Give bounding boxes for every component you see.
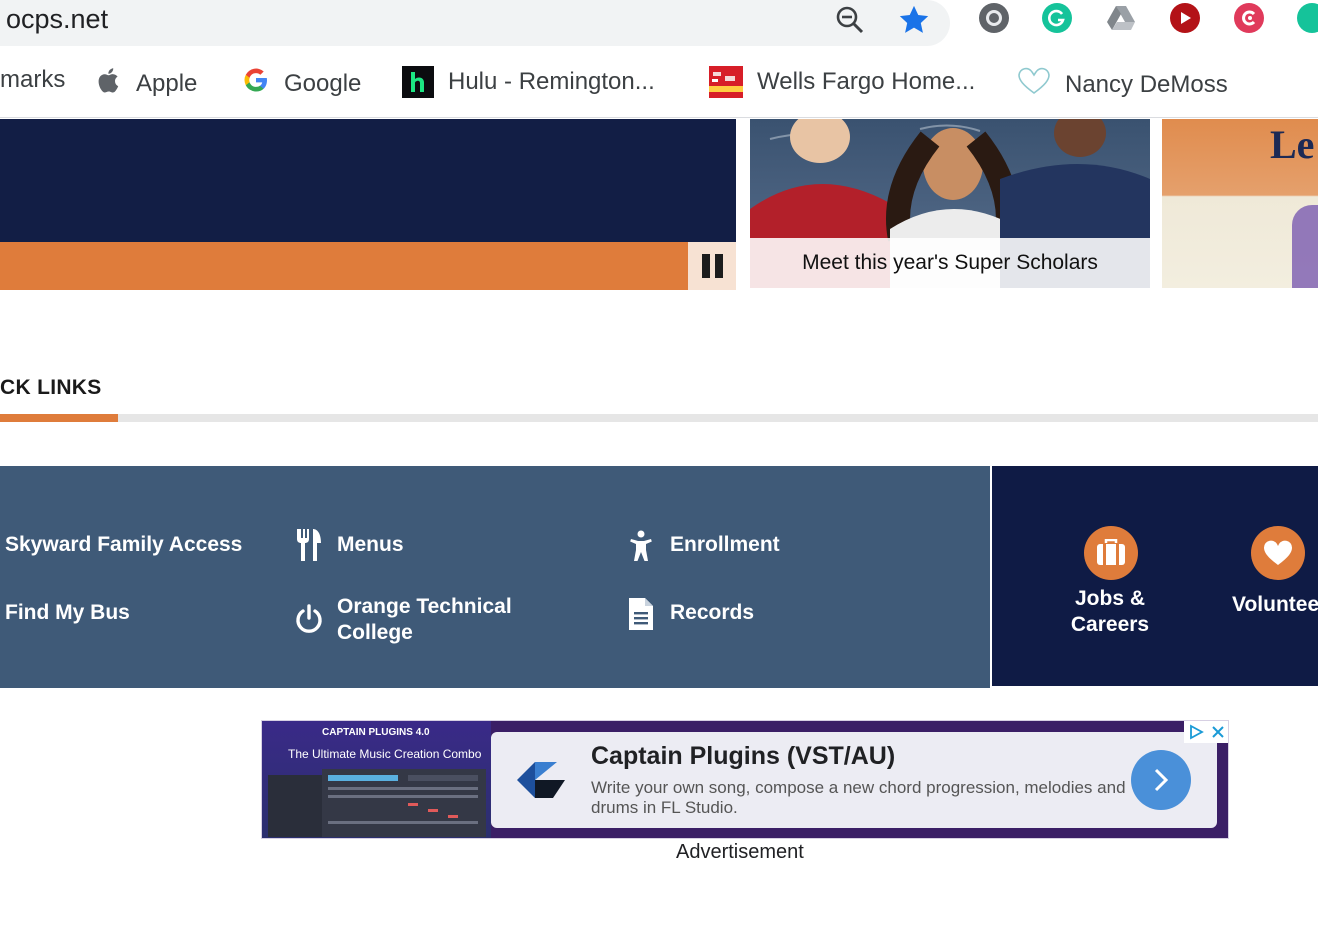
address-text[interactable]: ocps.net xyxy=(6,4,108,35)
hero-banner xyxy=(0,119,736,242)
chevron-right-icon xyxy=(1154,768,1169,792)
pause-icon xyxy=(701,254,710,278)
youtube-extension-icon[interactable] xyxy=(1170,3,1200,33)
pause-button[interactable] xyxy=(688,242,736,290)
bookmark-item-bookmarks[interactable]: marks xyxy=(0,66,65,94)
link-skyward-family-access[interactable]: Skyward Family Access xyxy=(5,532,242,558)
bookmark-item-nancy-demoss[interactable]: Nancy DeMoss xyxy=(1017,66,1228,103)
volunteer-button[interactable] xyxy=(1251,526,1305,580)
google-drive-icon[interactable] xyxy=(1106,3,1136,33)
extension-circle-icon[interactable] xyxy=(979,3,1009,33)
pocket-icon[interactable] xyxy=(1234,3,1264,33)
person-icon xyxy=(626,528,656,564)
jobs-careers-label[interactable]: Jobs & Careers xyxy=(1050,586,1170,638)
ad-description: Write your own song, compose a new chord… xyxy=(591,778,1126,817)
link-orange-technical-college[interactable]: Orange Technical College xyxy=(337,594,537,646)
heart-icon xyxy=(1251,526,1305,580)
apple-icon xyxy=(98,66,122,101)
google-icon xyxy=(242,66,270,101)
bookmark-item-google[interactable]: Google xyxy=(242,66,361,101)
zoom-out-icon[interactable] xyxy=(834,4,866,36)
ad-choices[interactable] xyxy=(1184,721,1228,743)
ad-screenshot-graphic xyxy=(268,769,486,837)
ad-open-button[interactable] xyxy=(1131,750,1191,810)
ad-choices-icon[interactable] xyxy=(1188,724,1204,740)
news-card-photo xyxy=(1292,205,1318,288)
link-find-my-bus[interactable]: Find My Bus xyxy=(5,600,130,626)
quick-links-underline-accent xyxy=(0,414,118,422)
jobs-careers-button[interactable] xyxy=(1084,526,1138,580)
advertisement-banner[interactable]: CAPTAIN PLUGINS 4.0 The Ultimate Music C… xyxy=(261,720,1229,839)
hulu-icon xyxy=(402,66,434,98)
ad-title[interactable]: Captain Plugins (VST/AU) xyxy=(591,742,895,771)
power-icon xyxy=(294,601,324,637)
link-menus[interactable]: Menus xyxy=(337,532,404,558)
bookmark-item-wells-fargo[interactable]: Wells Fargo Home... xyxy=(709,66,975,98)
heart-outline-icon xyxy=(1017,66,1051,103)
ad-brand: CAPTAIN PLUGINS 4.0 xyxy=(322,727,430,738)
bookmark-item-hulu[interactable]: Hulu - Remington... xyxy=(402,66,655,98)
grammarly-icon[interactable] xyxy=(1042,3,1072,33)
quick-links-underline xyxy=(0,414,1318,422)
ad-logo-icon xyxy=(515,760,571,800)
address-bar[interactable]: ocps.net xyxy=(0,0,950,46)
ad-card[interactable]: Captain Plugins (VST/AU) Write your own … xyxy=(491,732,1217,828)
quick-links-title: CK LINKS xyxy=(0,376,102,399)
ad-tagline: The Ultimate Music Creation Combo xyxy=(288,747,482,761)
advertisement-caption: Advertisement xyxy=(676,841,804,863)
link-records[interactable]: Records xyxy=(670,600,754,626)
wells-fargo-icon xyxy=(709,66,743,98)
quick-links-panel xyxy=(0,466,990,688)
link-enrollment[interactable]: Enrollment xyxy=(670,532,780,558)
volunteer-label[interactable]: Voluntee xyxy=(1232,592,1318,618)
news-card-partial[interactable]: Le xyxy=(1162,119,1318,288)
super-scholars-caption[interactable]: Meet this year's Super Scholars xyxy=(750,238,1150,288)
news-card-partial-text: Le xyxy=(1270,122,1315,167)
bookmark-star-icon[interactable] xyxy=(897,3,931,37)
hero-progress-bar xyxy=(0,242,688,290)
extension-partial-icon[interactable] xyxy=(1297,3,1318,33)
ad-close-icon[interactable] xyxy=(1211,725,1225,739)
ad-product-image: CAPTAIN PLUGINS 4.0 The Ultimate Music C… xyxy=(262,721,491,838)
bookmark-item-apple[interactable]: Apple xyxy=(98,66,197,101)
utensils-icon xyxy=(294,527,324,563)
document-icon xyxy=(626,596,656,632)
briefcase-icon xyxy=(1084,526,1138,580)
